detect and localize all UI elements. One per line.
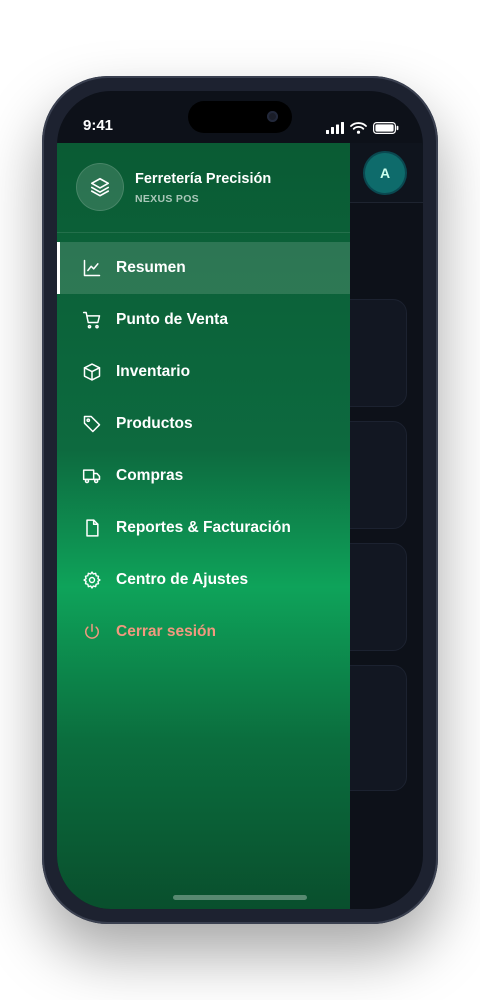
signal-icon — [326, 122, 344, 134]
dynamic-island — [188, 101, 292, 133]
nav-list: Resumen Punto de Venta Inventario Produc… — [57, 242, 350, 658]
avatar[interactable]: A — [365, 153, 405, 193]
nav-label: Resumen — [116, 259, 186, 276]
nav-item-resumen[interactable]: Resumen — [57, 242, 350, 294]
nav-label: Inventario — [116, 363, 191, 380]
nav-label: Compras — [116, 467, 184, 484]
battery-icon — [373, 122, 399, 134]
nav-item-inventario[interactable]: Inventario — [57, 346, 350, 398]
status-icons — [326, 122, 399, 134]
nav-item-reportes[interactable]: Reportes & Facturación — [57, 502, 350, 554]
chart-icon — [82, 258, 102, 278]
box-icon — [82, 362, 102, 382]
nav-item-centro-de-ajustes[interactable]: Centro de Ajustes — [57, 554, 350, 606]
home-indicator[interactable] — [173, 895, 307, 900]
nav-label: Punto de Venta — [116, 311, 228, 328]
nav-item-productos[interactable]: Productos — [57, 398, 350, 450]
nav-label: Cerrar sesión — [116, 623, 216, 640]
gear-icon — [82, 570, 102, 590]
wifi-icon — [350, 122, 367, 134]
status-time: 9:41 — [83, 117, 114, 134]
cart-icon — [82, 310, 102, 330]
nav-label: Productos — [116, 415, 193, 432]
tag-icon — [82, 414, 102, 434]
nav-label: Reportes & Facturación — [116, 519, 291, 536]
nav-item-compras[interactable]: Compras — [57, 450, 350, 502]
layers-icon — [77, 164, 123, 210]
camera-icon — [267, 111, 278, 122]
nav-item-punto-de-venta[interactable]: Punto de Venta — [57, 294, 350, 346]
brand-subtitle: NEXUS POS — [135, 193, 199, 205]
nav-item-cerrar-sesion[interactable]: Cerrar sesión — [57, 606, 350, 658]
brand-name: Ferretería Precisión — [135, 171, 272, 187]
file-icon — [82, 518, 102, 538]
power-icon — [82, 622, 102, 642]
nav-label: Centro de Ajustes — [116, 571, 249, 588]
nav-drawer: Ferretería Precisión NEXUS POS Resumen P… — [57, 143, 350, 909]
phone-screen: 9:41 A Ferretería Precisión NEXUS POS Re… — [57, 91, 423, 909]
truck-icon — [82, 466, 102, 486]
brand-header: Ferretería Precisión NEXUS POS — [57, 143, 350, 233]
